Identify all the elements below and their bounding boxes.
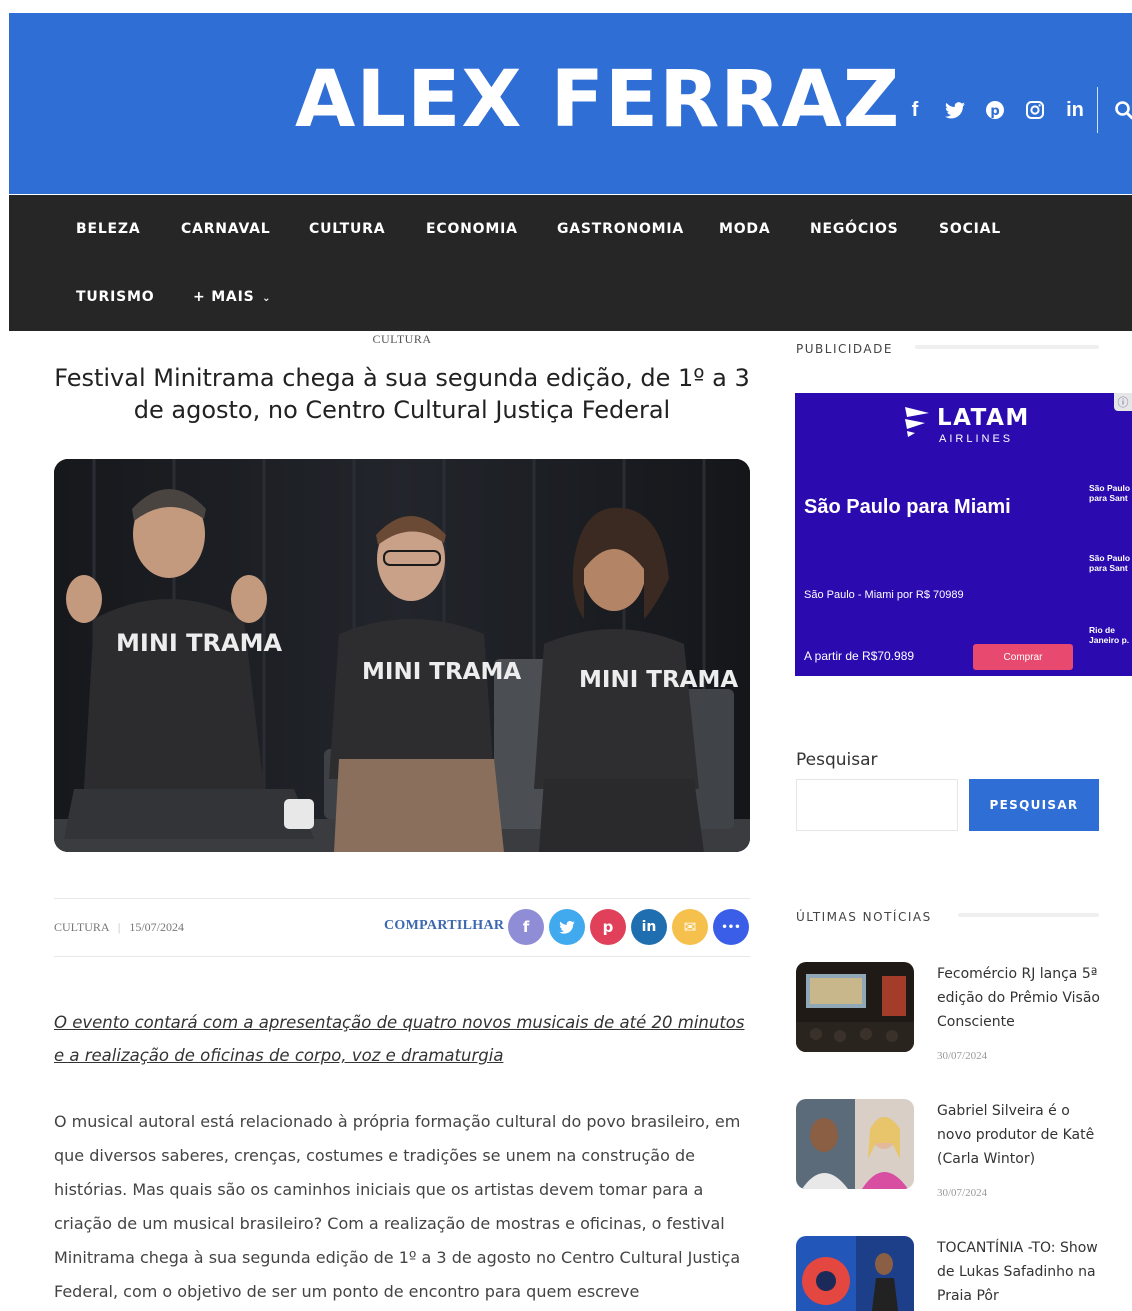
nav-item-moda[interactable]: MODA — [719, 221, 771, 237]
ad-heading: PUBLICIDADE — [796, 342, 893, 356]
nav-item-gastronomia[interactable]: GASTRONOMIA — [557, 221, 684, 237]
advertisement-banner[interactable]: ⓘ LATAM AIRLINES São Paulo para Miami Sã… — [795, 393, 1132, 676]
nav-item-negocios[interactable]: NEGÓCIOS — [810, 221, 899, 237]
nav-item-carnaval[interactable]: CARNAVAL — [181, 221, 271, 237]
shirt-print-2: MINI TRAMA — [362, 659, 521, 685]
nav-more-label: + MAIS — [193, 289, 255, 305]
ad-side-offer-3[interactable]: Rio de Janeiro p. — [1089, 625, 1132, 645]
article-image: MINI TRAMA MINI TRAMA MINI TRAMA — [54, 459, 750, 852]
nav-item-more[interactable]: + MAIS ⌄ — [193, 289, 271, 305]
nav-item-beleza[interactable]: BELEZA — [76, 221, 141, 237]
nav-item-economia[interactable]: ECONOMIA — [426, 221, 518, 237]
meta-divider-bottom — [54, 956, 750, 957]
site-logo[interactable]: ALEX FERRAZ — [295, 61, 900, 139]
news-thumbnail[interactable] — [796, 1236, 914, 1311]
article-title: Festival Minitrama chega à sua segunda e… — [54, 364, 750, 424]
more-icon[interactable]: ••• — [713, 909, 749, 945]
news-title[interactable]: TOCANTÍNIA -TO: Show de Lukas Safadinho … — [937, 1236, 1107, 1308]
article-body: O musical autoral está relacionado à pró… — [54, 1112, 741, 1301]
latam-logo-icon — [905, 407, 929, 437]
article-category[interactable]: CULTURA — [0, 332, 804, 347]
shirt-print-1: MINI TRAMA — [116, 629, 282, 657]
news-thumbnail[interactable] — [796, 962, 914, 1052]
ad-brand-sub: AIRLINES — [939, 433, 1014, 445]
news-thumbnail[interactable] — [796, 1099, 914, 1189]
chevron-down-icon: ⌄ — [262, 293, 272, 304]
ad-price-line: São Paulo - Miami por R$ 70989 — [804, 589, 964, 601]
facebook-icon[interactable]: f — [508, 909, 544, 945]
search-label: Pesquisar — [796, 750, 878, 770]
pinterest-icon[interactable]: p — [975, 95, 1015, 125]
search-button[interactable]: PESQUISAR — [969, 779, 1099, 831]
news-date: 30/07/2024 — [937, 1187, 988, 1199]
search-icon[interactable] — [1104, 95, 1132, 125]
meta-category[interactable]: CULTURA — [54, 920, 109, 934]
search-input[interactable] — [796, 779, 958, 831]
ad-from-price: A partir de R$70.989 — [804, 649, 915, 663]
twitter-icon[interactable] — [549, 909, 585, 945]
news-heading-rule — [958, 913, 1099, 917]
ad-destination: São Paulo para Miami — [804, 496, 1011, 518]
article-date: 15/07/2024 — [129, 920, 184, 934]
main-nav: BELEZA CARNAVAL CULTURA ECONOMIA GASTRON… — [9, 195, 1132, 331]
facebook-icon[interactable]: f — [895, 95, 935, 125]
nav-item-cultura[interactable]: CULTURA — [309, 221, 385, 237]
ad-side-offer-1[interactable]: São Paulo para Sant — [1089, 483, 1132, 503]
share-label: COMPARTILHAR — [384, 918, 505, 933]
linkedin-icon[interactable]: in — [631, 909, 667, 945]
ad-brand: LATAM — [937, 405, 1030, 431]
site-header: ALEX FERRAZ f p in — [9, 13, 1132, 194]
instagram-icon[interactable] — [1015, 95, 1055, 125]
social-links: f p in — [895, 87, 1132, 133]
linkedin-icon[interactable]: in — [1055, 95, 1095, 125]
email-icon[interactable]: ✉ — [672, 909, 708, 945]
pinterest-icon[interactable]: p — [590, 909, 626, 945]
ad-side-offer-2[interactable]: São Paulo para Sant — [1089, 553, 1132, 573]
twitter-icon[interactable] — [935, 95, 975, 125]
svg-text:p: p — [990, 104, 999, 119]
header-divider — [1097, 87, 1098, 133]
article-meta: CULTURA | 15/07/2024 — [54, 920, 184, 935]
meta-divider-top — [54, 898, 750, 899]
shirt-print-3: MINI TRAMA — [579, 667, 738, 693]
news-title[interactable]: Fecomércio RJ lança 5ª edição do Prêmio … — [937, 962, 1107, 1034]
news-heading: ÚLTIMAS NOTÍCIAS — [796, 910, 932, 924]
meta-separator: | — [117, 920, 121, 934]
ad-buy-button[interactable]: Comprar — [973, 644, 1073, 670]
news-date: 30/07/2024 — [937, 1050, 988, 1062]
article-lead: O evento contará com a apresentação de q… — [54, 1013, 745, 1065]
share-buttons: f p in ✉ ••• — [508, 909, 749, 945]
nav-item-social[interactable]: SOCIAL — [939, 221, 1001, 237]
ad-heading-rule — [915, 345, 1099, 349]
ad-info-icon[interactable]: ⓘ — [1114, 393, 1132, 411]
nav-item-turismo[interactable]: TURISMO — [76, 289, 154, 305]
news-title[interactable]: Gabriel Silveira é o novo produtor de Ka… — [937, 1099, 1107, 1171]
